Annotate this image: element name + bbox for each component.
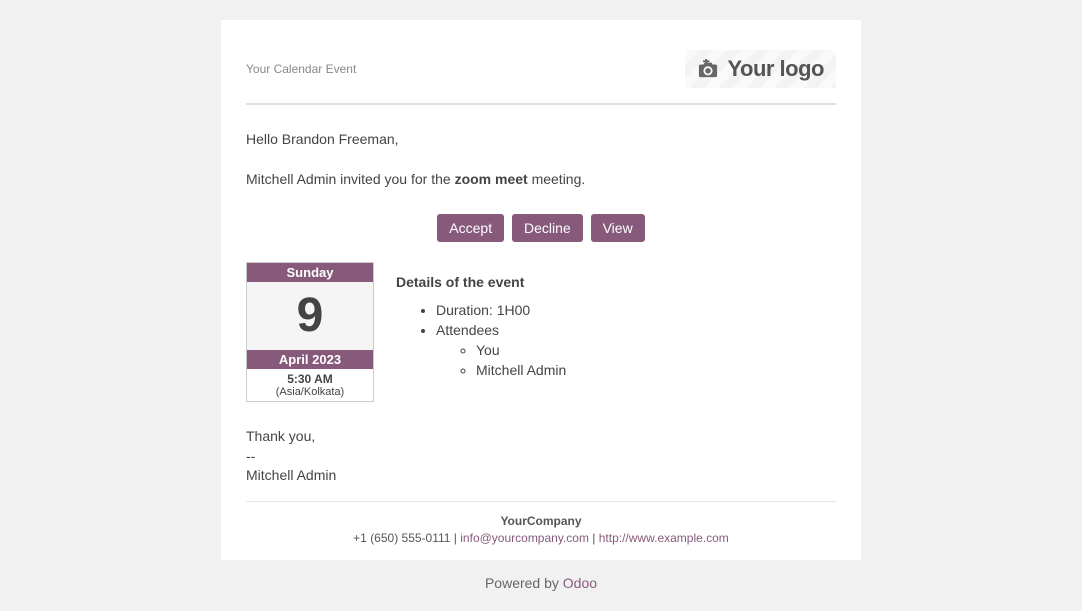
details-heading: Details of the event bbox=[396, 274, 566, 290]
powered-link[interactable]: Odoo bbox=[563, 575, 597, 591]
footer-sep1: | bbox=[450, 531, 460, 545]
logo: Your logo bbox=[685, 50, 836, 88]
date-timezone: (Asia/Kolkata) bbox=[247, 386, 373, 401]
invite-line: Mitchell Admin invited you for the zoom … bbox=[246, 170, 836, 190]
greeting-suffix: , bbox=[395, 131, 399, 147]
attendee-you: You bbox=[476, 342, 566, 358]
attendee-other: Mitchell Admin bbox=[476, 362, 566, 378]
greeting-prefix: Hello bbox=[246, 131, 282, 147]
camera-icon bbox=[697, 59, 719, 79]
footer-contact: +1 (650) 555-0111 | info@yourcompany.com… bbox=[246, 531, 836, 545]
date-month-year: April 2023 bbox=[247, 350, 373, 369]
footer-company: YourCompany bbox=[246, 514, 836, 528]
powered-prefix: Powered by bbox=[485, 575, 563, 591]
inviter-name: Mitchell Admin bbox=[246, 171, 336, 187]
logo-text: Your logo bbox=[727, 56, 824, 82]
button-row: Accept Decline View bbox=[246, 214, 836, 242]
decline-button[interactable]: Decline bbox=[512, 214, 583, 242]
detail-attendees: Attendees You Mitchell Admin bbox=[436, 322, 566, 378]
accept-button[interactable]: Accept bbox=[437, 214, 504, 242]
footer-url-link[interactable]: http://www.example.com bbox=[599, 531, 729, 545]
content-row: Sunday 9 April 2023 5:30 AM (Asia/Kolkat… bbox=[246, 262, 836, 402]
invite-mid: invited you for the bbox=[336, 171, 454, 187]
detail-duration: Duration: 1H00 bbox=[436, 302, 566, 318]
greeting-line: Hello Brandon Freeman, bbox=[246, 130, 836, 150]
footer: YourCompany +1 (650) 555-0111 | info@you… bbox=[246, 501, 836, 545]
date-card: Sunday 9 April 2023 5:30 AM (Asia/Kolkat… bbox=[246, 262, 374, 402]
footer-phone: +1 (650) 555-0111 bbox=[353, 531, 450, 545]
view-button[interactable]: View bbox=[591, 214, 645, 242]
date-day-number: 9 bbox=[247, 282, 373, 350]
date-day-name: Sunday bbox=[247, 263, 373, 282]
recipient-name: Brandon Freeman bbox=[282, 131, 395, 147]
event-details: Details of the event Duration: 1H00 Atte… bbox=[396, 262, 566, 402]
meeting-name: zoom meet bbox=[455, 171, 528, 187]
powered-by: Powered by Odoo bbox=[0, 560, 1082, 591]
email-container: Your Calendar Event Your logo Hello Bran… bbox=[221, 20, 861, 560]
closing: Thank you, -- Mitchell Admin bbox=[246, 427, 836, 486]
dash-line: -- bbox=[246, 447, 836, 467]
signature: Mitchell Admin bbox=[246, 466, 836, 486]
header: Your Calendar Event Your logo bbox=[246, 50, 836, 105]
header-title: Your Calendar Event bbox=[246, 62, 356, 76]
thanks-line: Thank you, bbox=[246, 427, 836, 447]
invite-suffix: meeting. bbox=[528, 171, 586, 187]
attendees-label: Attendees bbox=[436, 322, 499, 338]
footer-email-link[interactable]: info@yourcompany.com bbox=[460, 531, 589, 545]
date-time: 5:30 AM bbox=[247, 369, 373, 386]
footer-sep2: | bbox=[589, 531, 599, 545]
